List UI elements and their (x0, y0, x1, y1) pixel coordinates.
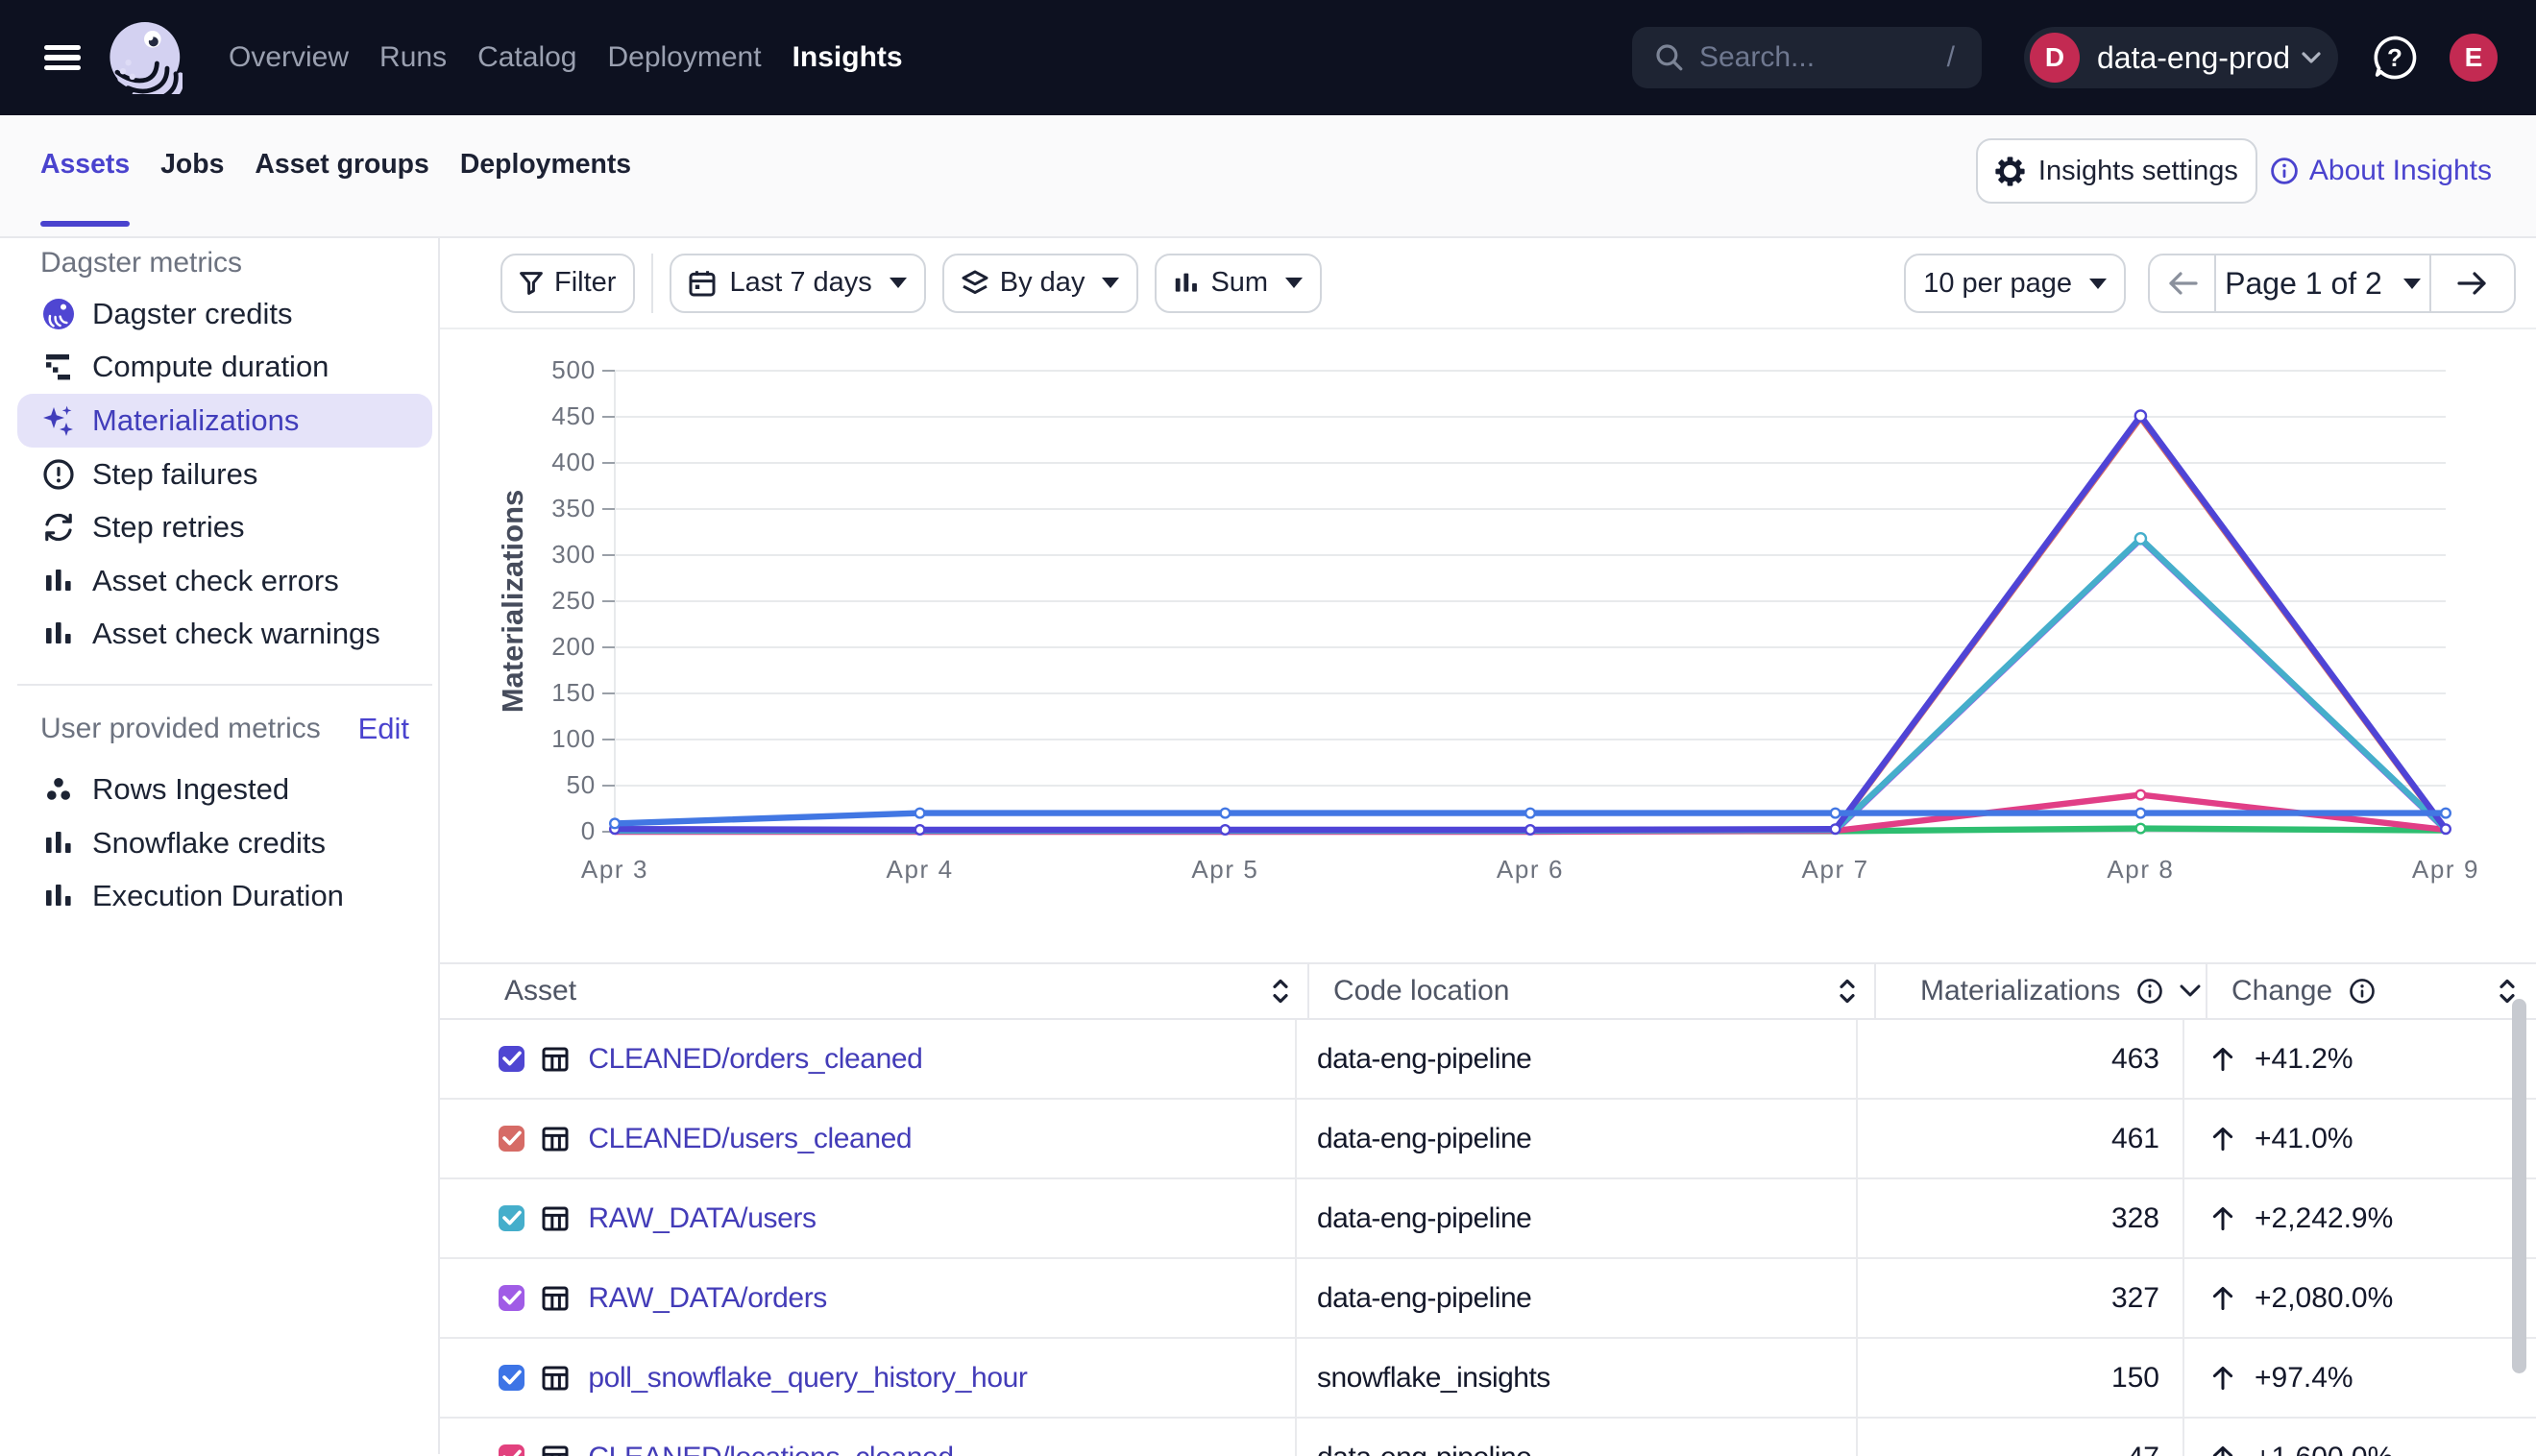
svg-text:100: 100 (551, 724, 596, 753)
svg-text:50: 50 (566, 770, 596, 799)
svg-text:0: 0 (581, 816, 596, 845)
svg-text:Apr 4: Apr 4 (887, 855, 954, 884)
svg-text:150: 150 (551, 678, 596, 707)
svg-text:Apr 5: Apr 5 (1191, 855, 1258, 884)
svg-text:450: 450 (551, 401, 596, 430)
svg-text:Apr 9: Apr 9 (2412, 855, 2479, 884)
svg-text:400: 400 (551, 448, 596, 476)
svg-text:Materializations: Materializations (496, 490, 529, 714)
svg-text:200: 200 (551, 632, 596, 661)
svg-text:250: 250 (551, 586, 596, 615)
svg-text:Apr 7: Apr 7 (1802, 855, 1869, 884)
svg-text:Apr 6: Apr 6 (1497, 855, 1564, 884)
svg-text:?: ? (2387, 43, 2402, 72)
svg-text:500: 500 (551, 355, 596, 384)
svg-text:Apr 3: Apr 3 (581, 855, 648, 884)
svg-text:300: 300 (551, 540, 596, 569)
svg-text:350: 350 (551, 494, 596, 522)
svg-text:Apr 8: Apr 8 (2107, 855, 2174, 884)
